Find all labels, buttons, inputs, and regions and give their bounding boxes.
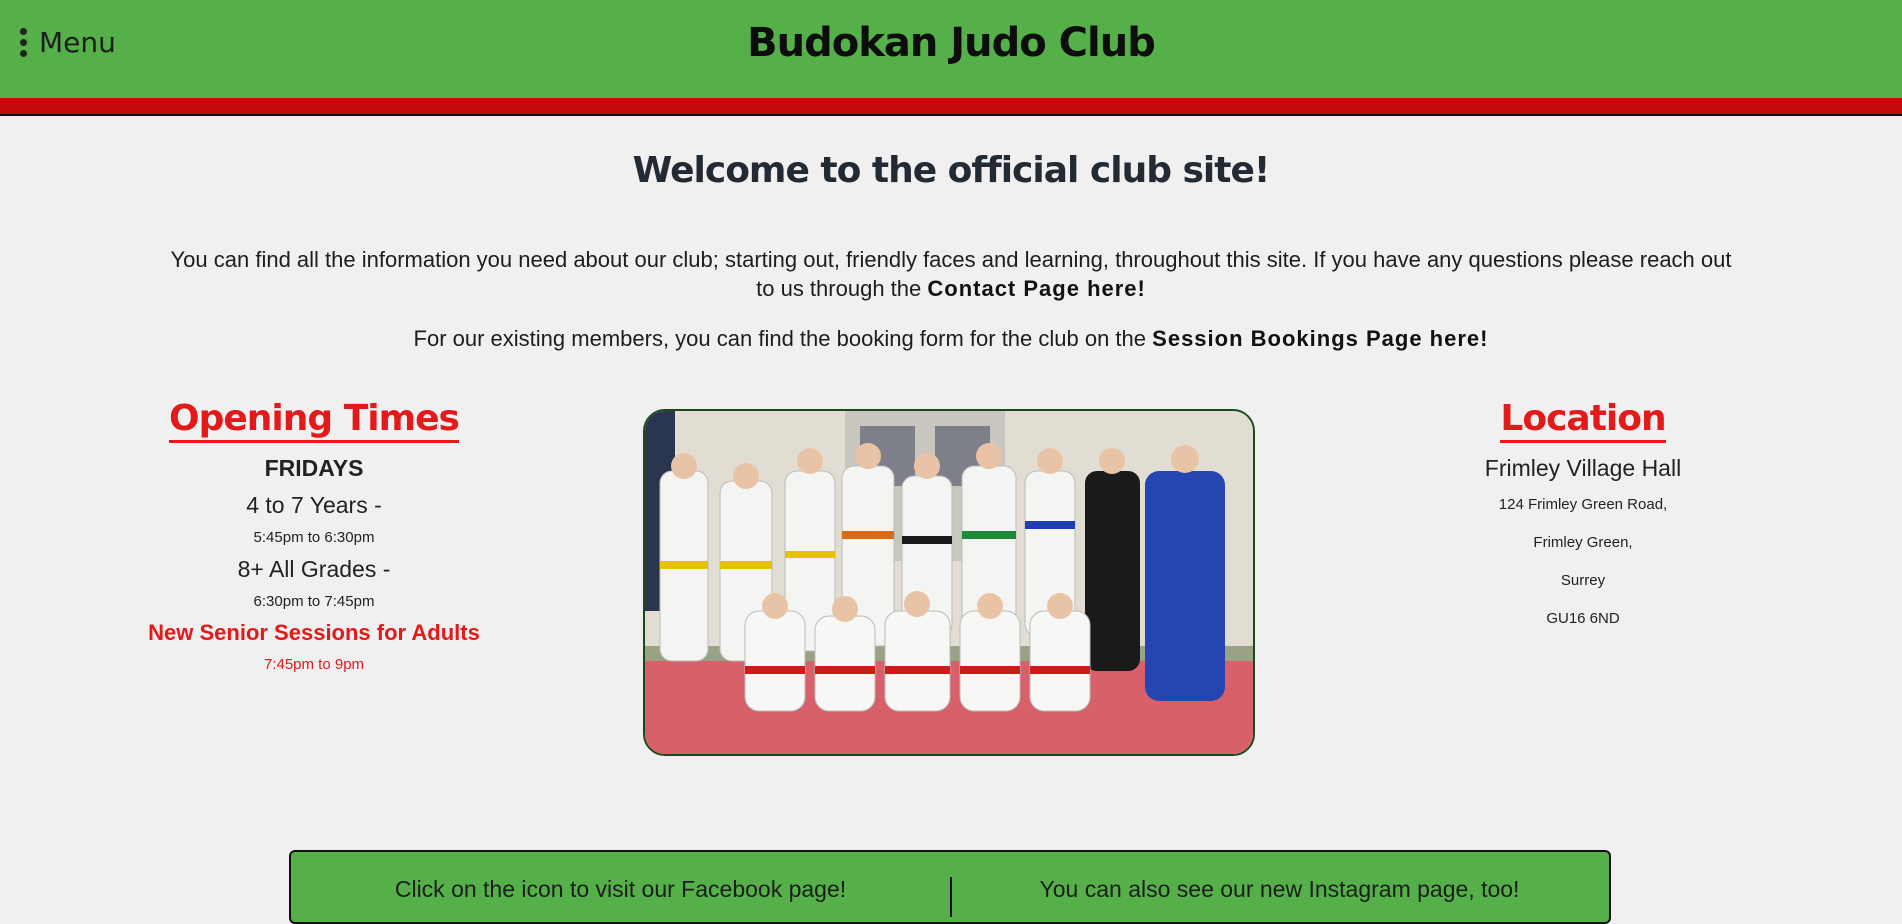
- address-line: Surrey: [1560, 572, 1606, 589]
- header-divider-band: [0, 98, 1902, 116]
- session-group-senior: New Senior Sessions for Adults: [148, 620, 480, 645]
- opening-times-title: Opening Times: [169, 398, 460, 443]
- session-group: 4 to 7 Years -: [246, 492, 382, 518]
- facebook-prompt: Click on the icon to visit our Facebook …: [394, 876, 847, 902]
- club-group-photo-illustration: [645, 411, 1253, 754]
- venue-name: Frimley Village Hall: [1484, 455, 1682, 481]
- address-line: 124 Frimley Green Road,: [1498, 496, 1668, 513]
- site-header: Menu Budokan Judo Club: [0, 0, 1902, 100]
- bookings-paragraph: For our existing members, you can find t…: [0, 326, 1902, 352]
- instagram-prompt: You can also see our new Instagram page,…: [1039, 876, 1520, 902]
- contact-page-link[interactable]: Contact Page here!: [927, 276, 1146, 301]
- location-title: Location: [1500, 398, 1667, 443]
- site-title: Budokan Judo Club: [747, 20, 1156, 66]
- session-time-senior: 7:45pm to 9pm: [263, 656, 365, 673]
- session-time: 5:45pm to 6:30pm: [253, 529, 375, 546]
- location-section: Location Frimley Village Hall 124 Frimle…: [1383, 398, 1783, 627]
- session-bookings-link[interactable]: Session Bookings Page here!: [1152, 326, 1488, 351]
- welcome-heading: Welcome to the official club site!: [632, 150, 1271, 191]
- session-time: 6:30pm to 7:45pm: [253, 593, 375, 610]
- bookings-text: For our existing members, you can find t…: [413, 326, 1147, 351]
- address-postcode: GU16 6ND: [1546, 610, 1620, 627]
- intro-paragraph: You can find all the information you nee…: [160, 245, 1742, 303]
- address-line: Frimley Green,: [1533, 534, 1633, 551]
- club-group-photo: [643, 409, 1255, 756]
- opening-times-section: Opening Times FRIDAYS 4 to 7 Years - 5:4…: [114, 398, 514, 673]
- opening-day: FRIDAYS: [264, 455, 364, 481]
- social-links-bar: Click on the icon to visit our Facebook …: [289, 850, 1611, 924]
- session-group: 8+ All Grades -: [237, 556, 391, 582]
